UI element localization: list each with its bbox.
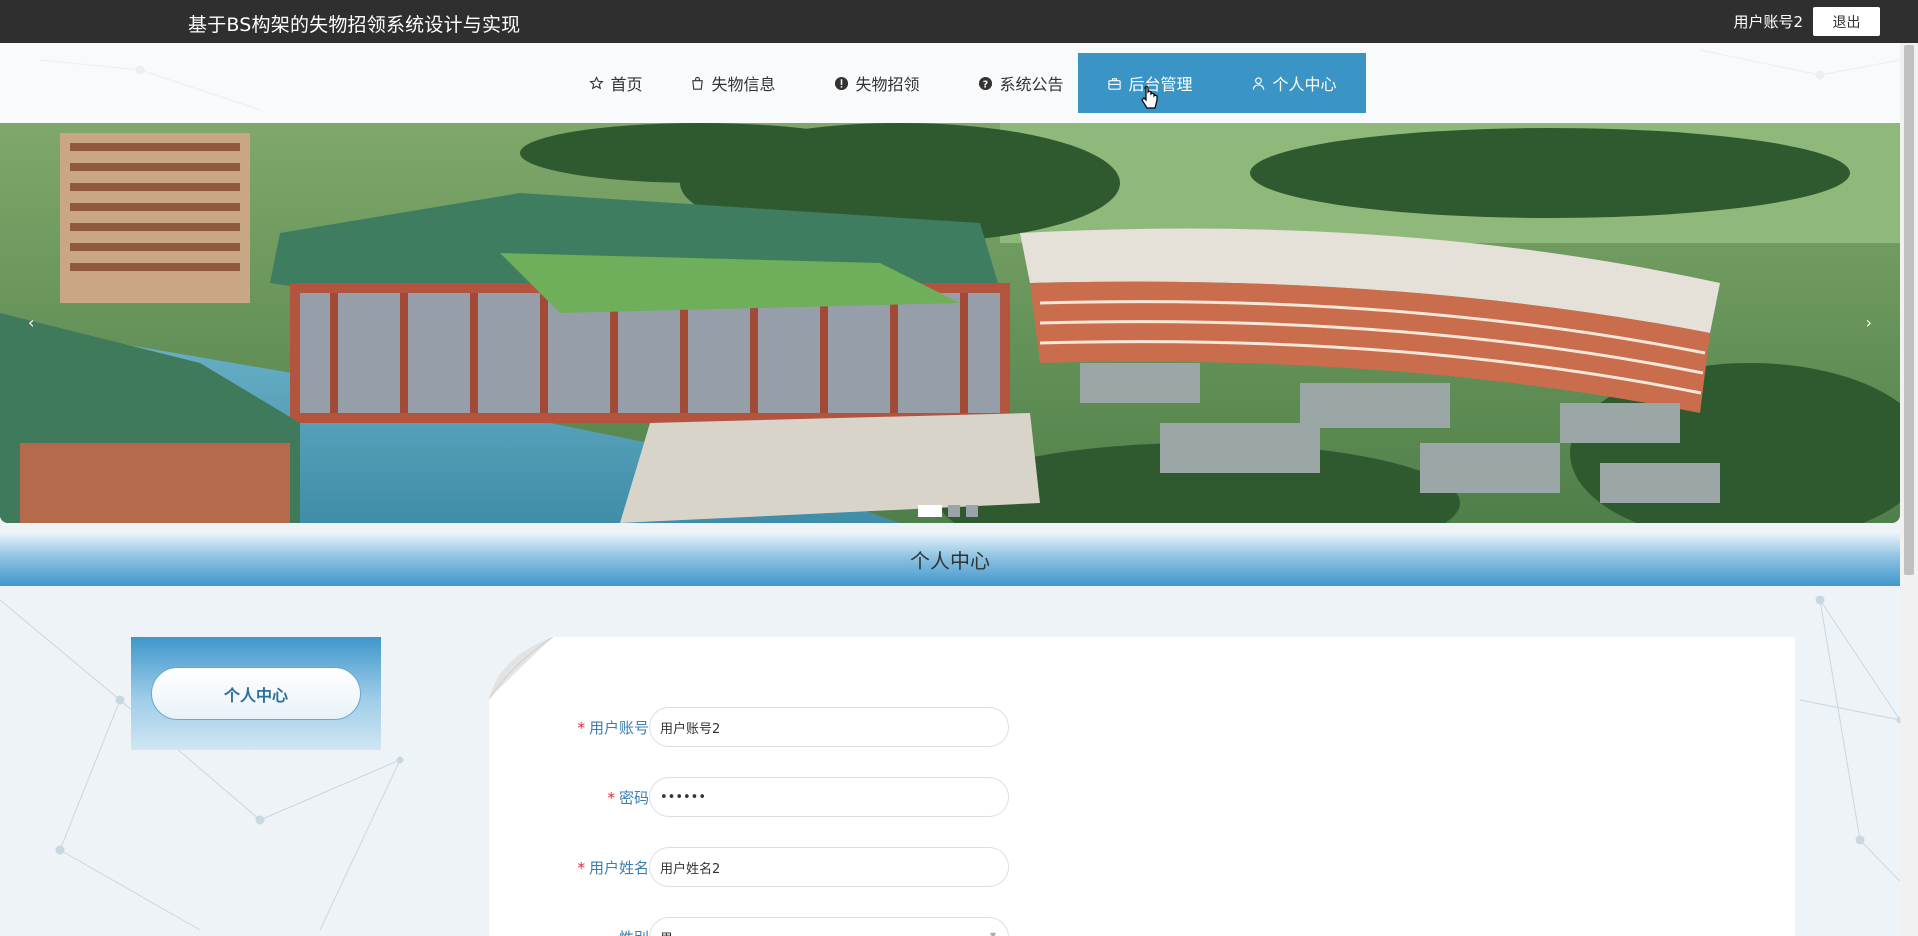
nav-item-lost-info[interactable]: 失物信息 <box>668 53 798 113</box>
account-input[interactable]: 用户账号2 <box>649 707 1009 747</box>
user-icon <box>1253 76 1265 90</box>
current-user-name: 用户账号2 <box>1733 13 1803 31</box>
form-label-password: * 密码 <box>607 788 649 807</box>
carousel-indicators <box>918 505 978 517</box>
form-row-name: * 用户姓名 用户姓名2 <box>489 847 1795 887</box>
required-mark: * <box>577 858 585 877</box>
exclamation-icon <box>835 76 849 90</box>
carousel-dot-1[interactable] <box>918 505 942 517</box>
section-title-bar: 个人中心 <box>0 533 1900 586</box>
campus-image <box>0 123 1900 523</box>
form-row-password: * 密码 •••••• <box>489 777 1795 817</box>
nav-item-announcements[interactable]: ? 系统公告 <box>956 53 1086 113</box>
svg-text:?: ? <box>983 79 988 90</box>
page-curl-decoration <box>489 637 553 699</box>
nav-item-label: 首页 <box>610 75 643 94</box>
top-bar: 基于BS构架的失物招领系统设计与实现 用户账号2 退出 <box>0 0 1918 43</box>
form-row-account: * 用户账号 用户账号2 <box>489 707 1795 747</box>
gender-selected-value: 男 <box>660 928 673 936</box>
sidebar-panel: 个人中心 <box>131 637 381 750</box>
carousel-banner[interactable]: ‹ › <box>0 123 1900 523</box>
required-mark: * <box>577 718 585 737</box>
mouse-pointer-icon <box>1141 86 1158 109</box>
form-row-gender: 性别 男 ▾ <box>489 917 1795 936</box>
chevron-down-icon: ▾ <box>989 928 996 936</box>
carousel-dot-2[interactable] <box>948 505 960 517</box>
nav-item-label: 失物招领 <box>855 75 920 94</box>
carousel-prev-arrow[interactable]: ‹ <box>28 313 34 332</box>
nav-item-label: 后台管理 <box>1128 75 1193 94</box>
star-icon <box>589 75 605 89</box>
password-input[interactable]: •••••• <box>649 777 1009 817</box>
page-scrollbar[interactable] <box>1900 43 1918 936</box>
sidebar-personal-center-button[interactable]: 个人中心 <box>151 667 361 720</box>
briefcase-icon <box>1108 77 1122 90</box>
form-label-account: * 用户账号 <box>577 718 649 737</box>
logout-button[interactable]: 退出 <box>1813 7 1880 36</box>
name-input[interactable]: 用户姓名2 <box>649 847 1009 887</box>
nav-item-label: 个人中心 <box>1272 75 1337 94</box>
gender-select[interactable]: 男 ▾ <box>649 917 1009 936</box>
carousel-next-arrow[interactable]: › <box>1866 313 1872 332</box>
required-mark: * <box>607 788 615 807</box>
main-nav: 首页 失物信息 失物招领 ? 系统公告 后台管理 个人中心 <box>0 43 1900 123</box>
form-label-gender: 性别 <box>529 927 649 936</box>
nav-item-personal-center[interactable]: 个人中心 <box>1222 53 1366 113</box>
nav-item-home[interactable]: 首页 <box>556 53 676 113</box>
nav-item-label: 系统公告 <box>999 75 1064 94</box>
bag-icon <box>692 76 704 90</box>
nav-item-lost-found[interactable]: 失物招领 <box>812 53 942 113</box>
scrollbar-thumb[interactable] <box>1904 45 1914 575</box>
carousel-dot-3[interactable] <box>966 505 978 517</box>
site-title: 基于BS构架的失物招领系统设计与实现 <box>188 14 521 36</box>
nav-item-label: 失物信息 <box>711 75 776 94</box>
section-title: 个人中心 <box>910 549 990 573</box>
question-icon: ? <box>979 76 993 90</box>
form-label-name: * 用户姓名 <box>577 858 649 877</box>
profile-form: *用户账号 用户账号2 *密码 •••••• *用户姓名 用户姓名2 性别 男 … <box>489 637 1795 936</box>
